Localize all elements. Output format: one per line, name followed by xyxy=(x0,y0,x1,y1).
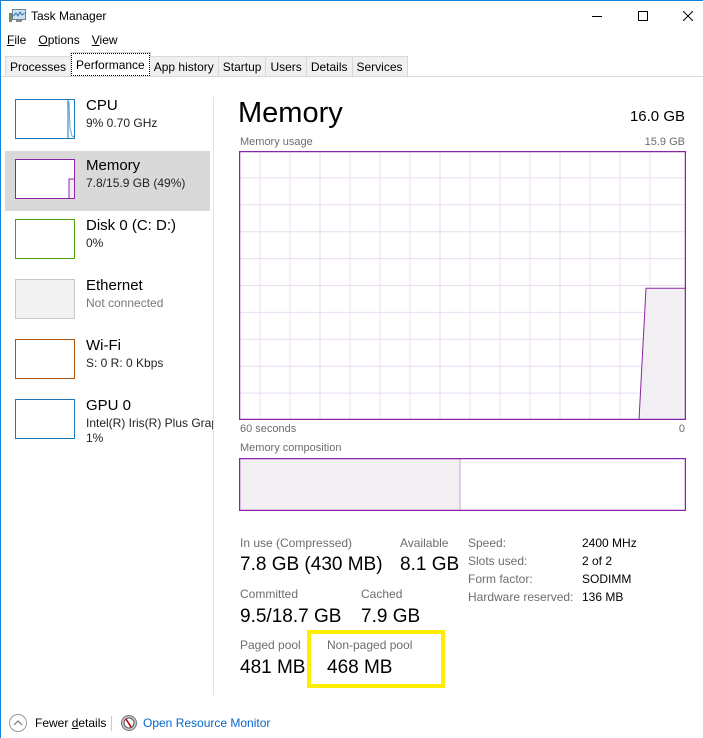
task-manager-window: Task Manager File Options View Processes… xyxy=(0,0,703,738)
tab-details[interactable]: Details xyxy=(306,56,353,77)
slots-used-value: 2 of 2 xyxy=(582,554,613,568)
paged-pool-label: Paged pool xyxy=(240,638,301,652)
sidebar-ethernet-name: Ethernet xyxy=(86,277,143,294)
sidebar-gpu-name: GPU 0 xyxy=(86,397,132,414)
available-value: 8.1 GB xyxy=(400,554,460,575)
fewer-details-text-b: etails xyxy=(78,716,107,730)
sidebar-item-gpu[interactable]: GPU 0 Intel(R) Iris(R) Plus Graphics 1% xyxy=(5,391,214,451)
form-factor-value: SODIMM xyxy=(582,572,632,586)
memory-thumbnail-graph xyxy=(15,159,75,199)
menu-options-accel: O xyxy=(38,33,48,47)
sidebar-item-wifi[interactable]: Wi-Fi S: 0 R: 0 Kbps xyxy=(5,331,210,391)
in-use-label: In use (Compressed) xyxy=(240,536,353,550)
sidebar-cpu-sub: 9% 0.70 GHz xyxy=(86,116,158,130)
sidebar-gpu-usage: 1% xyxy=(86,431,104,445)
fewer-details-button[interactable]: Fewer details xyxy=(35,716,106,730)
resource-monitor-icon xyxy=(121,715,137,731)
maximize-icon xyxy=(638,11,648,21)
hardware-reserved-value: 136 MB xyxy=(582,590,624,604)
speed-value: 2400 MHz xyxy=(582,536,637,550)
committed-label: Committed xyxy=(240,587,299,601)
minimize-icon xyxy=(592,16,602,17)
title-bar: Task Manager xyxy=(1,1,703,31)
sidebar-wifi-sub: S: 0 R: 0 Kbps xyxy=(86,356,164,370)
sidebar-disk-sub: 0% xyxy=(86,236,104,250)
menu-view-label: iew xyxy=(99,33,118,47)
composition-in-use-segment xyxy=(239,458,461,511)
menu-view[interactable]: View xyxy=(86,33,124,51)
minimize-button[interactable] xyxy=(574,1,620,31)
memory-usage-label: Memory usage xyxy=(240,136,313,148)
chevron-up-icon[interactable] xyxy=(9,714,27,732)
memory-mini-graph xyxy=(68,178,74,198)
sidebar-item-memory[interactable]: Memory 7.8/15.9 GB (49%) xyxy=(5,151,210,211)
footer-divider xyxy=(111,716,112,731)
resource-monitor-glyph xyxy=(123,717,135,729)
sidebar-item-cpu[interactable]: CPU 9% 0.70 GHz xyxy=(5,91,210,151)
cpu-thumbnail-graph xyxy=(15,99,75,139)
tab-processes[interactable]: Processes xyxy=(5,56,72,77)
form-factor-label: Form factor: xyxy=(468,572,533,586)
close-icon xyxy=(683,11,693,21)
time-axis-end: 0 xyxy=(678,423,685,435)
footer-bar: Fewer details Open Resource Monitor xyxy=(1,711,703,735)
menu-options[interactable]: Options xyxy=(32,33,85,51)
hardware-reserved-label: Hardware reserved: xyxy=(468,590,574,604)
menu-options-label: ptions xyxy=(47,33,80,47)
sidebar-wifi-name: Wi-Fi xyxy=(86,337,121,354)
ethernet-thumbnail-graph xyxy=(15,279,75,319)
tab-strip: Processes Performance App history Startu… xyxy=(1,52,703,77)
paged-pool-value: 481 MB xyxy=(240,657,306,678)
tab-services[interactable]: Services xyxy=(352,56,408,77)
sidebar-divider xyxy=(213,97,214,695)
task-manager-app-icon xyxy=(9,9,26,22)
window-title: Task Manager xyxy=(31,9,107,23)
menu-view-accel: V xyxy=(91,33,100,47)
chevron-up-glyph xyxy=(13,720,23,726)
fewer-details-text-a: Fewer xyxy=(35,716,72,730)
menu-file-label: ile xyxy=(14,33,27,47)
total-memory: 16.0 GB xyxy=(629,108,685,125)
time-axis-start: 60 seconds xyxy=(240,423,297,435)
cached-label: Cached xyxy=(361,587,403,601)
performance-sidebar: CPU 9% 0.70 GHz Memory 7.8/15.9 GB (49%)… xyxy=(5,91,214,451)
sidebar-memory-name: Memory xyxy=(86,157,141,174)
maximize-button[interactable] xyxy=(620,1,666,31)
close-button[interactable] xyxy=(665,1,703,31)
sidebar-disk-name: Disk 0 (C: D:) xyxy=(86,217,176,234)
usage-area xyxy=(639,288,686,420)
speed-label: Speed: xyxy=(468,536,507,550)
memory-composition-label: Memory composition xyxy=(240,442,342,454)
committed-value: 9.5/18.7 GB xyxy=(240,606,342,627)
sidebar-item-ethernet[interactable]: Ethernet Not connected xyxy=(5,271,210,331)
sidebar-memory-sub: 7.8/15.9 GB (49%) xyxy=(86,176,186,190)
tab-app-history[interactable]: App history xyxy=(149,56,219,77)
tab-startup[interactable]: Startup xyxy=(218,56,267,77)
memory-usage-graph xyxy=(239,151,686,420)
menu-bar: File Options View xyxy=(1,33,124,51)
sidebar-ethernet-sub: Not connected xyxy=(86,296,164,310)
sidebar-gpu-sub: Intel(R) Iris(R) Plus Graphics xyxy=(86,416,214,430)
menu-file[interactable]: File xyxy=(1,33,32,51)
available-label: Available xyxy=(400,536,449,550)
wifi-thumbnail-graph xyxy=(15,339,75,379)
tab-users[interactable]: Users xyxy=(266,56,307,77)
gpu-thumbnail-graph xyxy=(15,399,75,439)
page-title: Memory xyxy=(238,97,343,129)
slots-used-label: Slots used: xyxy=(468,554,528,568)
sidebar-item-disk[interactable]: Disk 0 (C: D:) 0% xyxy=(5,211,210,271)
memory-composition-bar xyxy=(239,458,686,511)
tab-performance[interactable]: Performance xyxy=(70,52,151,77)
highlight-box xyxy=(307,630,445,688)
memory-usage-max: 15.9 GB xyxy=(644,136,685,148)
in-use-value: 7.8 GB (430 MB) xyxy=(240,554,383,575)
open-resource-monitor-link[interactable]: Open Resource Monitor xyxy=(143,716,270,730)
disk-thumbnail-graph xyxy=(15,219,75,259)
cached-value: 7.9 GB xyxy=(361,606,421,627)
sidebar-cpu-name: CPU xyxy=(86,97,118,114)
cpu-mini-graph xyxy=(67,100,74,138)
